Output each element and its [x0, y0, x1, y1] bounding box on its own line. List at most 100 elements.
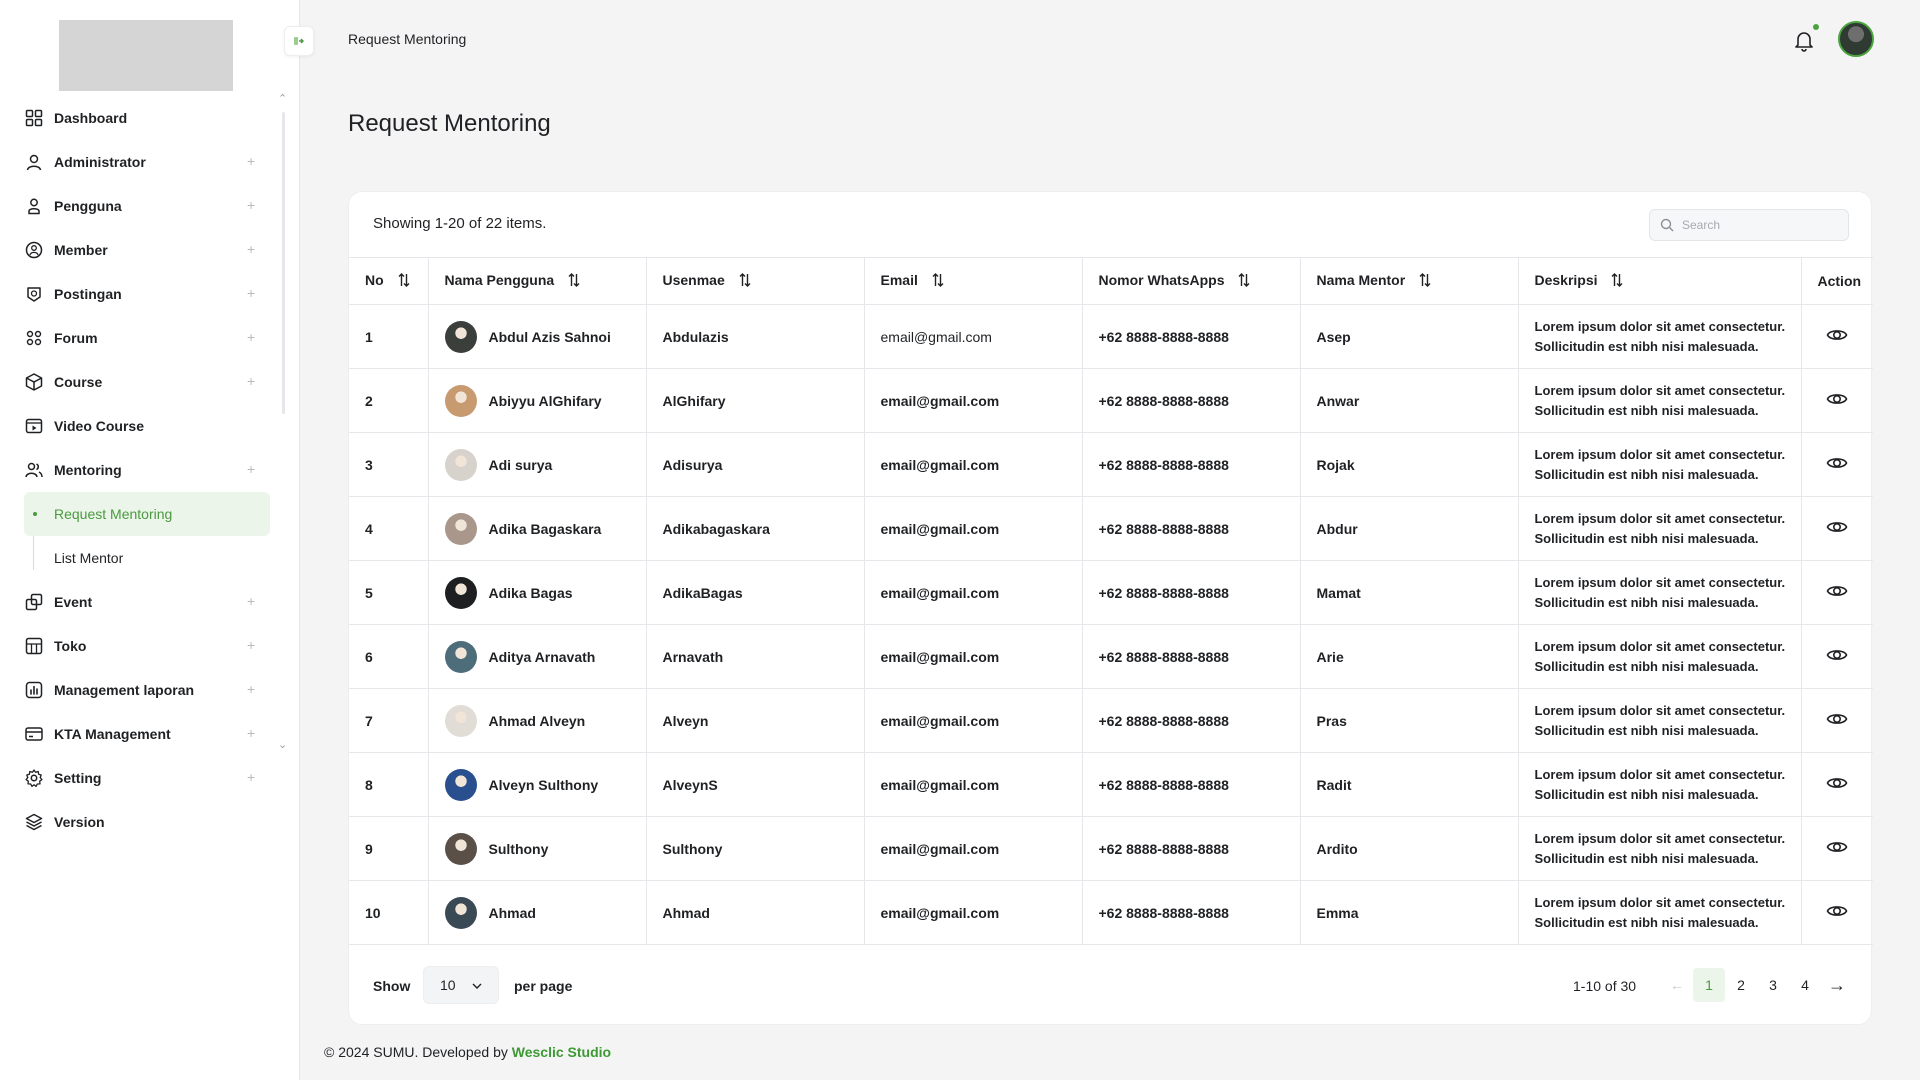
view-eye-icon[interactable] — [1826, 580, 1848, 602]
prev-page-arrow-icon[interactable]: ← — [1661, 968, 1693, 1002]
sidebar-item-kta-management[interactable]: KTA Management + — [0, 712, 280, 756]
column-header-label: Nomor WhatsApps — [1098, 272, 1225, 289]
column-header-nama-mentor[interactable]: Nama Mentor — [1300, 257, 1519, 305]
expand-plus-icon[interactable]: + — [247, 769, 255, 785]
view-eye-icon[interactable] — [1826, 772, 1848, 794]
report-icon — [24, 680, 44, 700]
developer-link[interactable]: Wesclic Studio — [512, 1044, 611, 1060]
sidebar-item-label: KTA Management — [54, 726, 171, 742]
expand-plus-icon[interactable]: + — [247, 285, 255, 301]
sidebar-nav: Dashboard Administrator + Pengguna + Mem… — [0, 96, 280, 844]
sidebar-item-postingan[interactable]: Postingan + — [0, 272, 280, 316]
cell-mentor: Mamat — [1300, 560, 1519, 625]
sidebar-item-dashboard[interactable]: Dashboard — [0, 96, 280, 140]
cell-username: Adisurya — [646, 432, 865, 497]
user-avatar[interactable] — [1838, 21, 1874, 57]
view-eye-icon[interactable] — [1826, 388, 1848, 410]
sidebar-item-event[interactable]: Event + — [0, 580, 280, 624]
column-header-deskripsi[interactable]: Deskripsi — [1518, 257, 1802, 305]
expand-plus-icon[interactable]: + — [247, 637, 255, 653]
page-button-3[interactable]: 3 — [1757, 968, 1789, 1002]
notification-bell-icon[interactable] — [1792, 28, 1816, 52]
column-header-no[interactable]: No — [349, 257, 429, 305]
page-button-2[interactable]: 2 — [1725, 968, 1757, 1002]
per-page-select[interactable]: 10 — [423, 966, 499, 1004]
sort-icon[interactable] — [1238, 272, 1250, 290]
column-header-nama-pengguna[interactable]: Nama Pengguna — [428, 257, 647, 305]
cell-username: AlveynS — [646, 752, 865, 817]
user-avatar-thumb — [444, 512, 477, 545]
sidebar-item-video-course[interactable]: Video Course — [0, 404, 280, 448]
table-row: 10 Ahmad Ahmad email@gmail.com +62 8888-… — [349, 880, 1873, 945]
user-name: Ahmad — [488, 904, 536, 921]
cell-email: email@gmail.com — [864, 304, 1083, 369]
cell-no: 9 — [349, 816, 429, 881]
page-button-4[interactable]: 4 — [1789, 968, 1821, 1002]
view-eye-icon[interactable] — [1826, 324, 1848, 346]
sort-icon[interactable] — [1611, 272, 1623, 290]
sidebar: ⌃ ⌄ Dashboard Administrator + Pengguna +… — [0, 0, 300, 1080]
sidebar-collapse-button[interactable] — [284, 26, 314, 56]
sidebar-item-administrator[interactable]: Administrator + — [0, 140, 280, 184]
sort-icon[interactable] — [398, 272, 410, 290]
column-header-email[interactable]: Email — [864, 257, 1083, 305]
member-badge-icon — [24, 240, 44, 260]
sidebar-item-mentoring[interactable]: Mentoring + — [0, 448, 280, 492]
next-page-arrow-icon[interactable]: → — [1821, 968, 1853, 1002]
user-name: Abdul Azis Sahnoi — [488, 328, 611, 345]
store-icon — [24, 636, 44, 656]
cell-description: Lorem ipsum dolor sit amet consectetur. … — [1518, 432, 1802, 497]
notification-dot — [1813, 24, 1819, 30]
sidebar-item-version[interactable]: Version — [0, 800, 280, 844]
sidebar-item-management-laporan[interactable]: Management laporan + — [0, 668, 280, 712]
view-eye-icon[interactable] — [1826, 644, 1848, 666]
column-header-usenmae[interactable]: Usenmae — [646, 257, 865, 305]
sidebar-scrollbar[interactable] — [282, 112, 285, 414]
sidebar-item-label: Toko — [54, 638, 87, 654]
expand-plus-icon[interactable]: + — [247, 725, 255, 741]
column-header-label: Usenmae — [662, 272, 725, 289]
table-row: 5 Adika Bagas AdikaBagas email@gmail.com… — [349, 560, 1873, 625]
sort-icon[interactable] — [739, 272, 751, 290]
search-box[interactable] — [1649, 209, 1849, 241]
card-icon — [24, 724, 44, 744]
sidebar-item-setting[interactable]: Setting + — [0, 756, 280, 800]
search-input[interactable] — [1682, 218, 1842, 232]
view-eye-icon[interactable] — [1826, 708, 1848, 730]
expand-plus-icon[interactable]: + — [247, 461, 255, 477]
expand-plus-icon[interactable]: + — [247, 197, 255, 213]
sidebar-subitem-request-mentoring[interactable]: Request Mentoring — [24, 492, 270, 536]
sort-icon[interactable] — [1419, 272, 1431, 290]
view-eye-icon[interactable] — [1826, 516, 1848, 538]
expand-plus-icon[interactable]: + — [247, 241, 255, 257]
chevron-down-icon — [472, 983, 482, 989]
expand-plus-icon[interactable]: + — [247, 373, 255, 389]
gear-icon — [24, 768, 44, 788]
view-eye-icon[interactable] — [1826, 900, 1848, 922]
cell-username: Ahmad — [646, 880, 865, 945]
view-eye-icon[interactable] — [1826, 452, 1848, 474]
table-header-row: No Nama Pengguna Usenmae Email Nomor Wha… — [349, 257, 1873, 305]
sidebar-item-member[interactable]: Member + — [0, 228, 280, 272]
event-icon — [24, 592, 44, 612]
sidebar-subitem-list-mentor[interactable]: List Mentor — [0, 536, 280, 580]
cell-no: 4 — [349, 496, 429, 561]
page-button-1[interactable]: 1 — [1693, 968, 1725, 1002]
expand-plus-icon[interactable]: + — [247, 681, 255, 697]
description-line: Sollicitudin est nibh nisi malesuada. — [1534, 594, 1759, 610]
expand-plus-icon[interactable]: + — [247, 153, 255, 169]
sidebar-item-pengguna[interactable]: Pengguna + — [0, 184, 280, 228]
collapse-icon — [294, 37, 304, 45]
description-line: Sollicitudin est nibh nisi malesuada. — [1534, 338, 1759, 354]
sort-icon[interactable] — [932, 272, 944, 290]
expand-plus-icon[interactable]: + — [247, 593, 255, 609]
sidebar-item-toko[interactable]: Toko + — [0, 624, 280, 668]
sidebar-item-course[interactable]: Course + — [0, 360, 280, 404]
sidebar-item-forum[interactable]: Forum + — [0, 316, 280, 360]
view-eye-icon[interactable] — [1826, 836, 1848, 858]
expand-plus-icon[interactable]: + — [247, 329, 255, 345]
column-header-nomor-whatsapps[interactable]: Nomor WhatsApps — [1082, 257, 1301, 305]
cell-phone: +62 8888-8888-8888 — [1082, 560, 1301, 625]
mentoring-icon — [24, 460, 44, 480]
sort-icon[interactable] — [568, 272, 580, 290]
